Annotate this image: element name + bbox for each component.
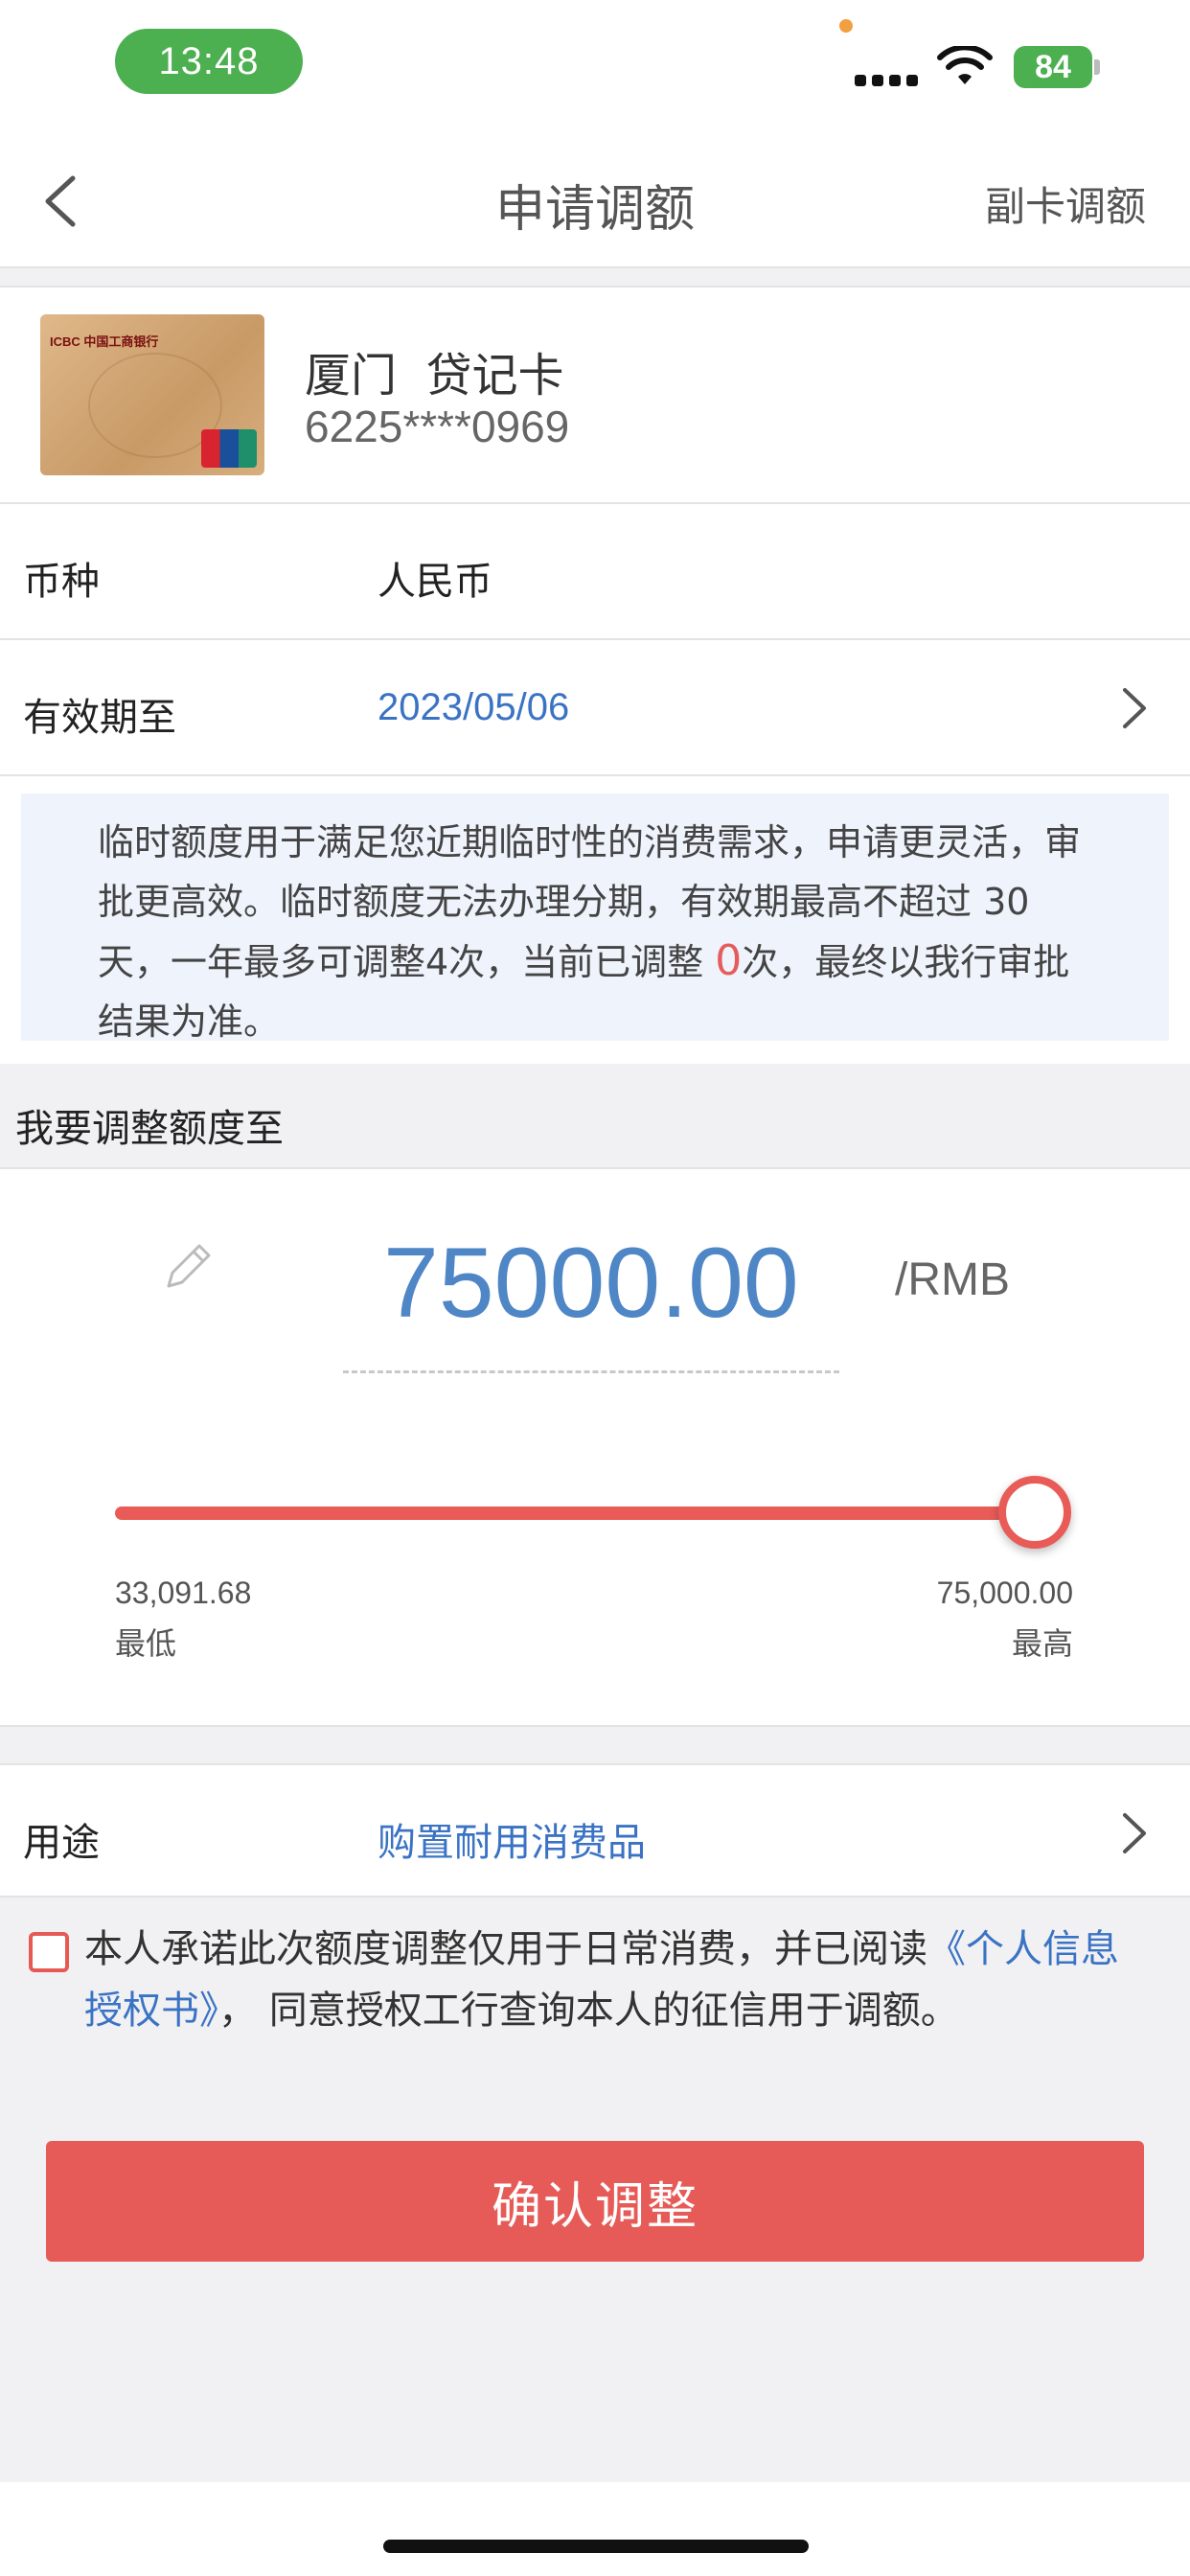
amount-underline (343, 1370, 839, 1373)
purpose-row[interactable]: 用途 购置耐用消费品 (0, 1763, 1190, 1898)
cellular-signal-icon (855, 75, 918, 86)
privacy-indicator-dot (839, 19, 853, 33)
notice-container: 临时额度用于满足您近期临时性的消费需求，申请更灵活，审批更高效。临时额度无法办理… (0, 776, 1190, 1064)
supplementary-card-adjust-button[interactable]: 副卡调额 (985, 174, 1146, 233)
max-limit-value: 75,000.00 (936, 1576, 1073, 1610)
amount-input[interactable]: 75000.00 (383, 1227, 799, 1341)
card-image: ICBC 中国工商银行 (40, 314, 264, 475)
status-time: 13:48 (115, 29, 303, 94)
card-info: ICBC 中国工商银行 厦门 贷记卡 6225****0969 (0, 286, 1190, 504)
temporary-limit-notice: 临时额度用于满足您近期临时性的消费需求，申请更灵活，审批更高效。临时额度无法办理… (21, 794, 1169, 1043)
confirm-adjust-button[interactable]: 确认调整 (46, 2141, 1144, 2262)
max-limit-label: 最高 (1011, 1625, 1073, 1662)
status-bar: 13:48 84 (0, 0, 1190, 134)
min-limit-value: 33,091.68 (115, 1576, 252, 1610)
adjust-count: 0 (715, 936, 743, 985)
bank-logo-text: ICBC 中国工商银行 (50, 334, 159, 349)
battery-level: 84 (1035, 48, 1071, 85)
currency-value: 人民币 (378, 560, 492, 604)
purpose-label: 用途 (23, 1821, 100, 1865)
section-header: 我要调整额度至 (15, 1107, 284, 1151)
purpose-value: 购置耐用消费品 (378, 1822, 646, 1864)
limit-slider-thumb[interactable] (998, 1476, 1071, 1549)
min-limit-label: 最低 (115, 1625, 177, 1662)
amount-unit: /RMB (895, 1254, 1010, 1305)
wifi-icon (937, 46, 993, 84)
bottom-area (0, 2482, 1190, 2576)
amount-panel: 75000.00 /RMB 33,091.68 最低 75,000.00 最高 (0, 1167, 1190, 1727)
expiry-row[interactable]: 有效期至 2023/05/06 (0, 640, 1190, 776)
agreement-section: 本人承诺此次额度调整仅用于日常消费，并已阅读《个人信息授权书》， 同意授权工行查… (0, 1898, 1190, 2085)
currency-row: 币种 人民币 (0, 504, 1190, 640)
agreement-text: 本人承诺此次额度调整仅用于日常消费，并已阅读《个人信息授权书》， 同意授权工行查… (84, 1927, 1119, 2033)
card-number: 6225****0969 (305, 402, 570, 451)
battery-icon: 84 (1014, 46, 1092, 88)
unionpay-logo-icon (201, 429, 257, 468)
chevron-right-icon (1123, 688, 1146, 728)
chevron-right-icon (1123, 1813, 1146, 1853)
expiry-value: 2023/05/06 (378, 686, 570, 728)
agreement-checkbox[interactable] (29, 1932, 69, 1972)
nav-bar: 申请调额 副卡调额 (0, 134, 1190, 268)
card-name: 厦门 贷记卡 (305, 349, 564, 402)
pencil-icon[interactable] (159, 1238, 217, 1296)
limit-slider-track[interactable] (115, 1506, 1035, 1520)
currency-label: 币种 (23, 560, 100, 604)
expiry-label: 有效期至 (23, 696, 176, 740)
home-indicator[interactable] (383, 2540, 809, 2553)
